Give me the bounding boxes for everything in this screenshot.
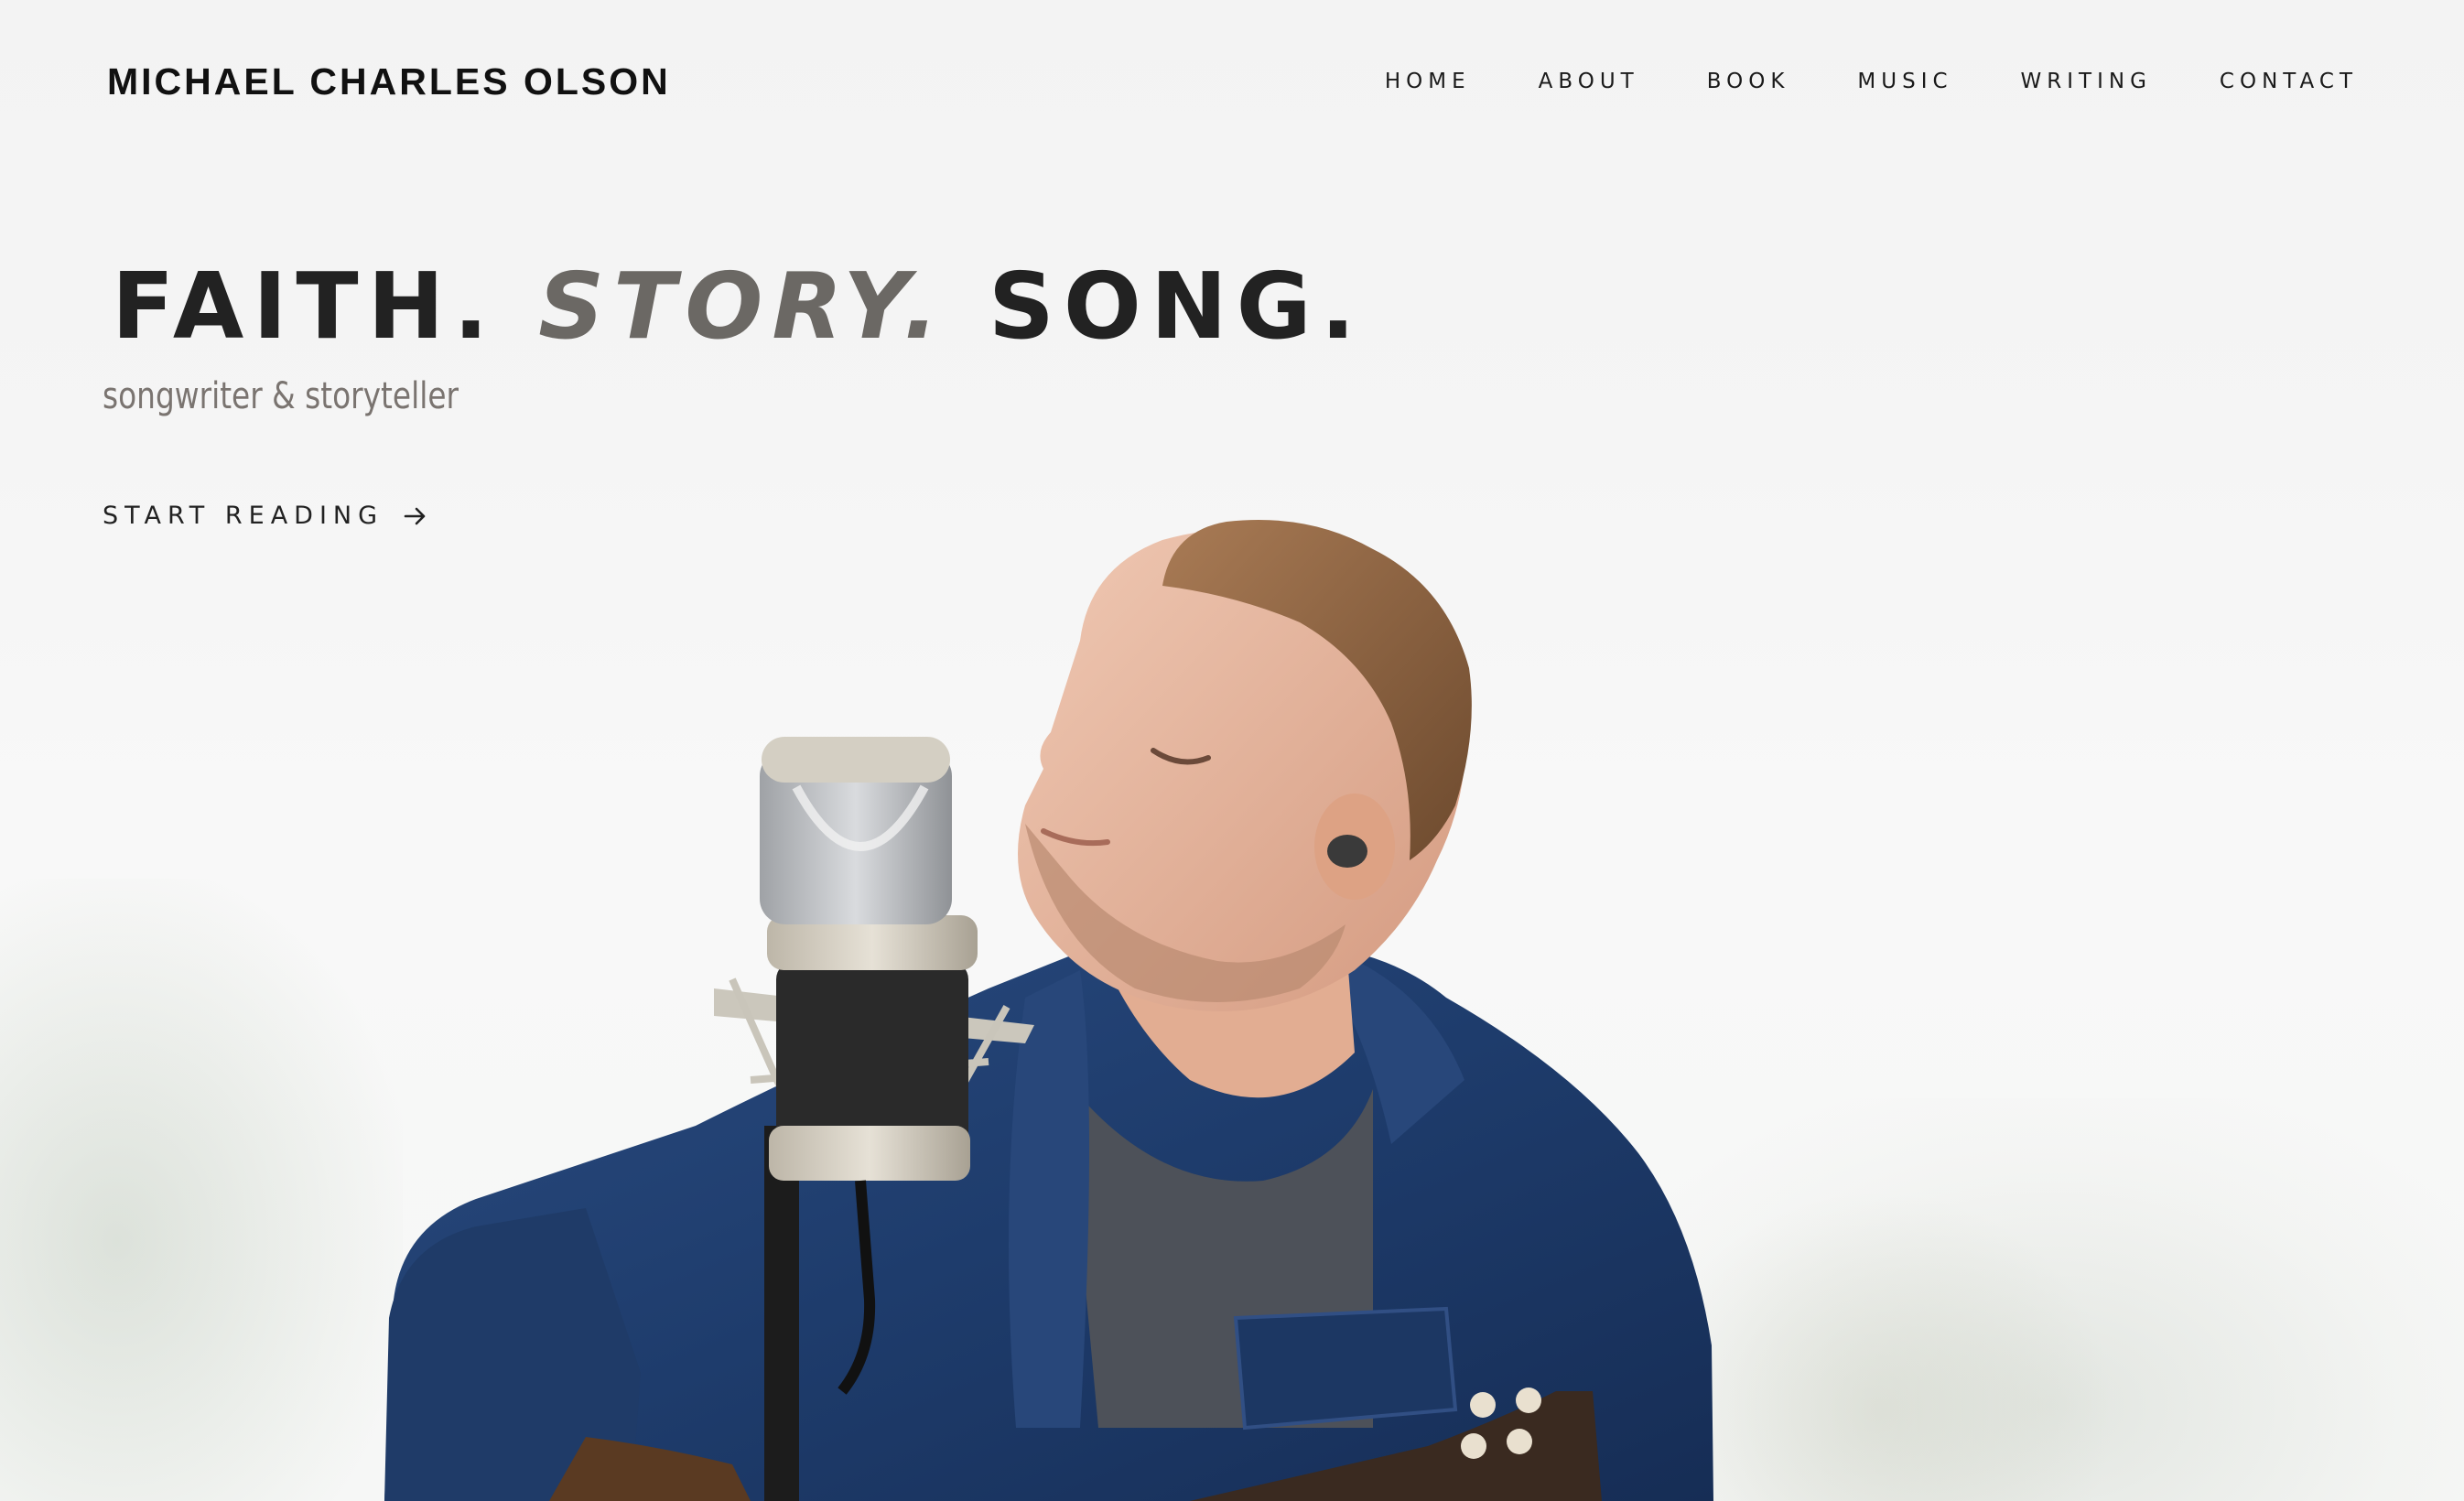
- headline-story: STORY.: [538, 253, 948, 360]
- nav-writing[interactable]: WRITING: [2021, 70, 2152, 93]
- start-reading-link[interactable]: START READING: [103, 502, 427, 530]
- nav-music[interactable]: MUSIC: [1857, 70, 1952, 93]
- nav-contact[interactable]: CONTACT: [2220, 70, 2358, 93]
- hero-headline: FAITH. STORY. SONG.: [112, 261, 1365, 352]
- headline-song: SONG.: [988, 253, 1365, 360]
- start-reading-label: START READING: [103, 502, 384, 530]
- site-header: MICHAEL CHARLES OLSON HOME ABOUT BOOK MU…: [0, 0, 2464, 165]
- headline-faith: FAITH.: [112, 253, 498, 360]
- nav-book[interactable]: BOOK: [1707, 70, 1790, 93]
- site-title[interactable]: MICHAEL CHARLES OLSON: [107, 60, 671, 103]
- hero-tagline: songwriter & storyteller: [103, 375, 459, 417]
- hero-photo: [384, 520, 1713, 1501]
- main-nav: HOME ABOUT BOOK MUSIC WRITING CONTACT: [1317, 70, 2358, 93]
- arrow-right-icon: [404, 506, 427, 526]
- nav-home[interactable]: HOME: [1385, 70, 1471, 93]
- page: MICHAEL CHARLES OLSON HOME ABOUT BOOK MU…: [0, 0, 2464, 1501]
- nav-about[interactable]: ABOUT: [1539, 70, 1639, 93]
- person-figure: [384, 520, 1713, 1501]
